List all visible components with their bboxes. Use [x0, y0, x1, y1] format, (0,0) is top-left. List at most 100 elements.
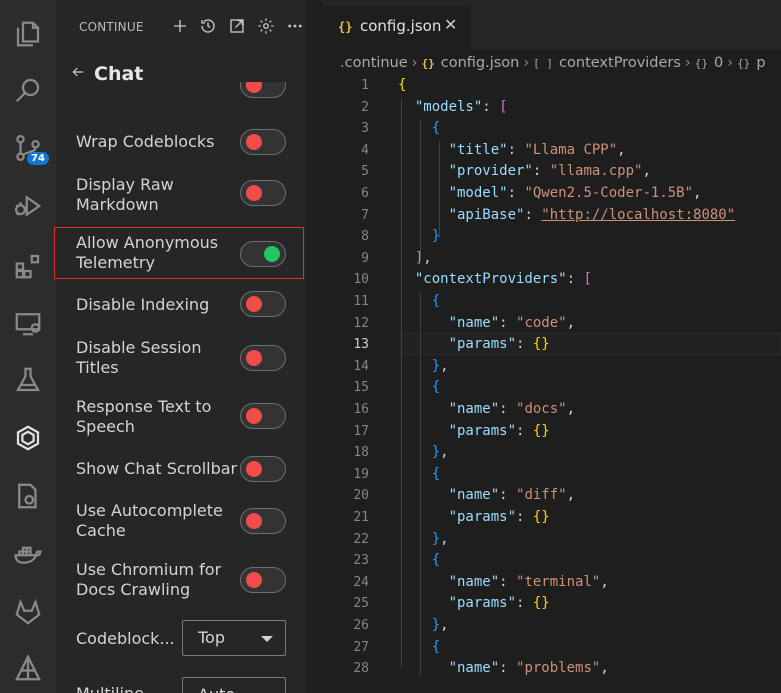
- code-text: "name": "terminal",: [448, 573, 609, 590]
- json-url-string[interactable]: "http://localhost:8080": [541, 207, 735, 223]
- breadcrumb-item[interactable]: contextProviders: [559, 55, 681, 71]
- setting-label: Disable Indexing: [76, 295, 210, 314]
- line-number: 4: [361, 142, 369, 158]
- setting-label: Codeblock...: [76, 629, 175, 648]
- json-key: "params": [448, 509, 517, 525]
- code-text: "name": "problems",: [448, 660, 609, 677]
- json-key: "name": [448, 660, 500, 677]
- code-line: 19 {: [322, 465, 781, 487]
- code-line-current: 13 "params": {}: [322, 335, 781, 357]
- code-line: 22 },: [322, 530, 781, 552]
- line-number: 2: [361, 99, 369, 115]
- code-text: },: [431, 617, 449, 633]
- json-string: "Qwen2.5-Coder-1.5B": [524, 185, 694, 201]
- line-number: 17: [353, 423, 369, 439]
- setting-label: Use Chromium for Docs Crawling: [76, 560, 222, 599]
- gear-file-icon[interactable]: [10, 478, 46, 514]
- breadcrumb-item[interactable]: 0: [714, 55, 723, 71]
- chevron-right-icon: ›: [411, 55, 418, 71]
- docker-icon[interactable]: [10, 536, 46, 572]
- run-debug-icon[interactable]: [10, 188, 46, 224]
- code-line: 14 },: [322, 357, 781, 379]
- code-line: 27 {: [322, 638, 781, 660]
- line-number: 28: [353, 661, 369, 677]
- breadcrumb-item[interactable]: .continue: [340, 55, 408, 71]
- code-line: 10 "contextProviders": [: [322, 270, 781, 292]
- deploy-icon[interactable]: [10, 650, 46, 686]
- multiline-select[interactable]: Auto: [182, 677, 286, 693]
- gear-icon[interactable]: [255, 15, 277, 37]
- disable-indexing-toggle[interactable]: [240, 291, 286, 317]
- line-number: 27: [353, 639, 369, 655]
- code-line: 23 {: [322, 551, 781, 573]
- line-number: 6: [361, 186, 369, 201]
- testing-icon[interactable]: [10, 362, 46, 398]
- setting-codeblock: Codeblock... Top: [56, 620, 306, 658]
- remote-explorer-icon[interactable]: [10, 305, 46, 341]
- json-key: "params": [448, 336, 517, 353]
- history-icon[interactable]: [197, 15, 219, 37]
- code-text: "name": "docs",: [448, 401, 576, 417]
- line-number: 16: [353, 402, 369, 417]
- code-line: 18 },: [322, 443, 781, 465]
- line-number: 3: [361, 121, 369, 137]
- setting-label: Show Chat Scrollbar: [76, 459, 238, 478]
- continue-icon[interactable]: [10, 420, 46, 456]
- toggle-knob: [246, 572, 262, 588]
- code-text: {: [431, 552, 441, 569]
- json-key: "params": [448, 595, 517, 612]
- line-number: 5: [361, 164, 369, 180]
- plus-icon[interactable]: [169, 15, 191, 37]
- display-raw-markdown-toggle[interactable]: [240, 180, 286, 206]
- code-line: 12 "name": "code",: [322, 314, 781, 336]
- line-number: 26: [353, 618, 369, 633]
- tab-label: config.json: [360, 17, 442, 35]
- extensions-icon[interactable]: [10, 248, 46, 284]
- code-line: 5 "provider": "llama.cpp",: [322, 162, 781, 184]
- breadcrumb-item[interactable]: p: [756, 55, 765, 71]
- code-line: 11 {: [322, 292, 781, 314]
- explorer-icon[interactable]: [10, 16, 46, 52]
- use-autocomplete-cache-toggle[interactable]: [240, 508, 286, 534]
- code-text: "model": "Qwen2.5-Coder-1.5B",: [448, 185, 702, 201]
- more-icon[interactable]: [284, 15, 306, 37]
- line-number: 21: [353, 510, 369, 525]
- response-text-to-speech-toggle[interactable]: [240, 403, 286, 429]
- line-number: 1: [361, 78, 369, 93]
- code-text: "apiBase": "http://localhost:8080": [448, 206, 736, 223]
- search-icon[interactable]: [10, 72, 46, 108]
- setting-use-autocomplete-cache: Use Autocomplete Cache: [56, 501, 306, 543]
- gitlab-icon[interactable]: [10, 594, 46, 630]
- json-key: "title": [448, 141, 508, 158]
- code-text: "title": "Llama CPP",: [448, 141, 626, 158]
- code-line: 1{: [322, 76, 781, 98]
- close-icon[interactable]: ✕: [444, 15, 457, 34]
- breadcrumb: .continue › {} config.json › [ ] context…: [340, 52, 766, 74]
- code-text: "params": {}: [448, 595, 550, 612]
- code-text: },: [431, 357, 449, 374]
- setting-label: Response Text to Speech: [76, 397, 212, 436]
- line-number: 19: [353, 466, 369, 482]
- code-text: "params": {}: [448, 509, 550, 525]
- wrap-codeblocks-toggle[interactable]: [240, 129, 286, 155]
- setting-use-chromium-docs-crawling: Use Chromium for Docs Crawling: [56, 560, 306, 602]
- setting-label: Disable Session Titles: [76, 338, 202, 377]
- code-area[interactable]: 1{ 2 "models": [ 3 { 4 "title": "Llama C…: [322, 76, 781, 676]
- json-key: "model": [448, 185, 508, 201]
- json-key: "name": [448, 487, 500, 504]
- breadcrumb-item[interactable]: config.json: [441, 55, 520, 71]
- use-chromium-docs-crawling-toggle[interactable]: [240, 567, 286, 593]
- line-number: 24: [353, 574, 369, 590]
- disable-session-titles-toggle[interactable]: [240, 345, 286, 371]
- setting-response-text-to-speech: Response Text to Speech: [56, 397, 306, 439]
- line-number: 10: [353, 272, 369, 288]
- tab-config-json[interactable]: {} config.json ✕: [322, 6, 470, 50]
- open-external-icon[interactable]: [226, 15, 248, 37]
- show-chat-scrollbar-toggle[interactable]: [240, 456, 286, 482]
- partial-toggle[interactable]: [240, 82, 286, 98]
- code-text: {: [398, 77, 407, 93]
- chevron-down-icon: [261, 636, 273, 642]
- codeblock-select[interactable]: Top: [182, 620, 286, 656]
- setting-label: Multiline...: [76, 684, 176, 693]
- code-line: 7 "apiBase": "http://localhost:8080": [322, 206, 781, 228]
